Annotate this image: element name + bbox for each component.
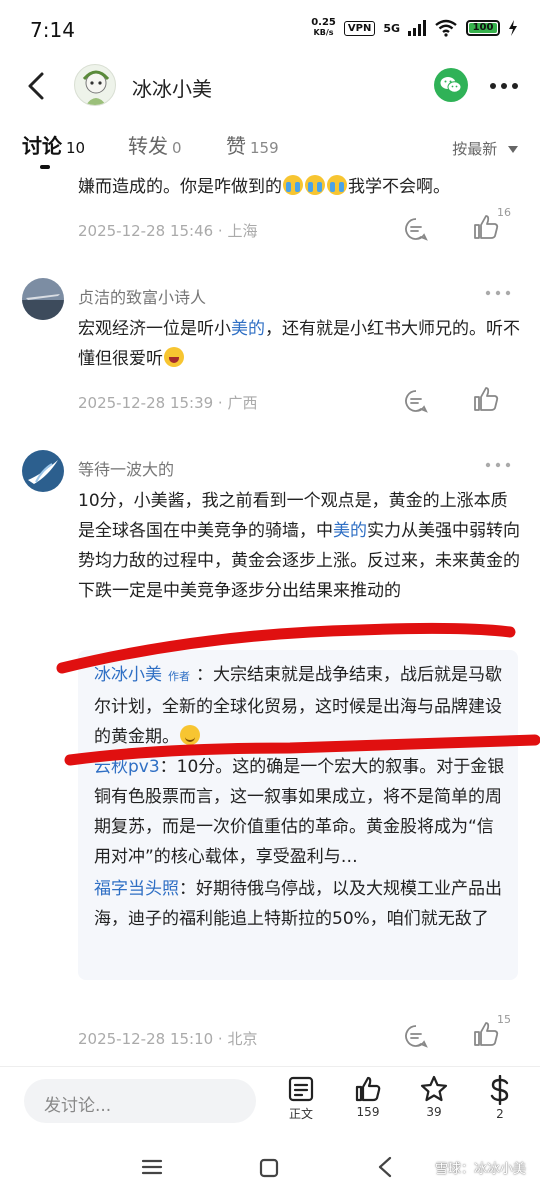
net-speed: 0.25 KB/s — [311, 17, 336, 38]
reply-author-name[interactable]: 冰冰小美 — [94, 665, 162, 685]
status-icons: 0.25 KB/s VPN 5G 100 — [311, 18, 518, 38]
battery-icon: 100 — [466, 20, 500, 36]
thumb-up-icon[interactable] — [472, 1020, 500, 1048]
comment-more-icon[interactable] — [484, 288, 512, 298]
menu-nav-icon[interactable] — [141, 1158, 163, 1176]
stock-link[interactable]: 美的 — [333, 521, 367, 541]
tab-discussion[interactable]: 讨论 10 — [22, 130, 85, 159]
comment-meta: 2025-12-28 15:39 · 广西 — [78, 394, 258, 412]
dropdown-triangle-icon — [508, 146, 518, 153]
author-badge: 作者 — [168, 670, 190, 683]
tab-likes[interactable]: 赞 159 — [226, 130, 279, 159]
like-count: 15 — [497, 1013, 511, 1026]
crying-emoji-icon — [283, 175, 303, 195]
reply-item[interactable]: 云秋pv3：10分。这的确是一个宏大的叙事。对于金银铜有色股票而言，这一叙事如果… — [94, 752, 506, 872]
sort-dropdown[interactable]: 按最新 — [452, 138, 518, 159]
reply-author-name[interactable]: 福字当头照 — [94, 879, 179, 899]
crying-emoji-icon — [327, 175, 347, 195]
tab-bar: 讨论 10 转发 0 赞 159 按最新 — [0, 130, 540, 170]
signal-icon — [408, 20, 426, 36]
reply-icon[interactable] — [404, 389, 428, 413]
comment-more-icon[interactable] — [484, 460, 512, 470]
commenter-name[interactable]: 等待一波大的 — [78, 456, 174, 480]
article-button[interactable]: 正文 — [276, 1075, 326, 1122]
wechat-share-button[interactable] — [434, 68, 468, 102]
tab-repost[interactable]: 转发 0 — [128, 130, 182, 159]
crying-emoji-icon — [305, 175, 325, 195]
system-nav-bar: 雪球：冰冰小美 — [0, 1134, 540, 1200]
document-icon — [288, 1076, 314, 1102]
thumb-up-icon[interactable] — [472, 385, 500, 413]
reply-item[interactable]: 福字当头照：好期待俄乌停战，以及大规模工业产品出海，迪子的福利能追上特斯拉的50… — [94, 874, 506, 934]
stock-link[interactable]: 美的 — [231, 319, 265, 339]
comment-text: 嫌而造成的。你是咋做到的 我学不会啊。 — [78, 175, 450, 197]
like-button[interactable]: 159 — [343, 1075, 393, 1119]
more-options-icon[interactable] — [488, 76, 520, 96]
wifi-icon — [435, 19, 457, 37]
thumb-up-icon — [355, 1076, 381, 1102]
reply-icon[interactable] — [404, 217, 428, 241]
vpn-badge: VPN — [343, 20, 376, 36]
back-arrow-icon[interactable] — [22, 68, 50, 104]
status-time: 7:14 — [30, 18, 75, 42]
status-bar: 7:14 0.25 KB/s VPN 5G 100 — [0, 0, 540, 56]
commenter-avatar[interactable] — [22, 278, 64, 320]
favorite-button[interactable]: 39 — [409, 1075, 459, 1119]
author-avatar[interactable] — [74, 64, 116, 106]
comment-meta: 2025-12-28 15:46 · 上海 — [78, 222, 258, 240]
network-type: 5G — [383, 21, 400, 35]
wechat-icon — [440, 77, 462, 93]
top-app-bar: 冰冰小美 — [0, 56, 540, 116]
home-nav-icon[interactable] — [259, 1158, 279, 1178]
discussion-input[interactable]: 发讨论... — [24, 1079, 256, 1123]
laughing-emoji-icon — [164, 347, 184, 367]
comment-text: 10分，小美酱，我之前看到一个观点是，黄金的上涨本质是全球各国在中美竞争的骑墙，… — [78, 491, 520, 601]
commenter-avatar[interactable] — [22, 450, 64, 492]
back-nav-icon[interactable] — [377, 1156, 393, 1178]
smile-emoji-icon — [180, 725, 200, 745]
page-title: 冰冰小美 — [132, 77, 212, 101]
reply-author-name[interactable]: 云秋pv3 — [94, 757, 160, 777]
comment-meta: 2025-12-28 15:10 · 北京 — [78, 1030, 258, 1048]
reply-item[interactable]: 冰冰小美 作者 ：大宗结束就是战争结束，战后就是马歇尔计划，全新的全球化贸易，这时候… — [94, 660, 506, 752]
commenter-name[interactable]: 贞洁的致富小诗人 — [78, 284, 206, 308]
charging-icon — [509, 20, 517, 36]
like-count: 16 — [497, 206, 511, 219]
comment-text: 宏观经济一位是听小美的，还有就是小红书大师兄的。听不懂但很爱听 — [78, 319, 520, 369]
thumb-up-icon[interactable] — [472, 213, 500, 241]
star-icon — [420, 1075, 448, 1102]
reply-thread: 冰冰小美 作者 ：大宗结束就是战争结束，战后就是马歇尔计划，全新的全球化贸易，这时候… — [78, 650, 518, 980]
reply-icon[interactable] — [404, 1024, 428, 1048]
reward-button[interactable]: 2 — [475, 1075, 525, 1121]
dollar-icon — [490, 1075, 509, 1105]
bottom-action-bar: 发讨论... 正文 159 39 2 — [0, 1066, 540, 1134]
watermark: 雪球：冰冰小美 — [434, 1162, 526, 1177]
active-tab-indicator — [40, 165, 50, 169]
